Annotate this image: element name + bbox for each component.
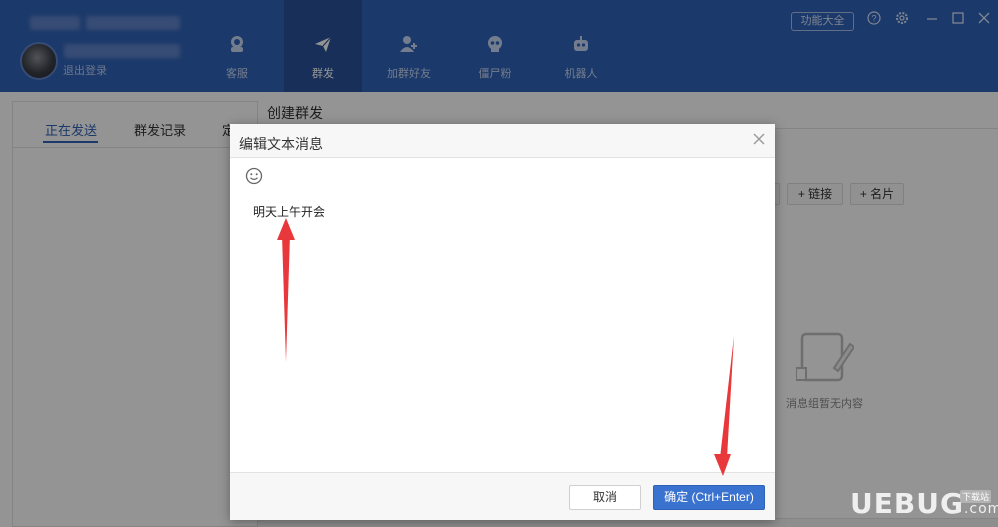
annotation-arrows xyxy=(277,218,734,476)
arrow-down-head xyxy=(714,454,731,476)
red-arrow-up xyxy=(282,235,290,362)
watermark-tag: 下载站 xyxy=(960,490,992,503)
red-arrow-down xyxy=(720,336,734,458)
watermark-brand: UEBUG xyxy=(850,487,964,520)
arrow-up-head xyxy=(277,218,295,240)
watermark-suffix: .com xyxy=(963,501,998,517)
